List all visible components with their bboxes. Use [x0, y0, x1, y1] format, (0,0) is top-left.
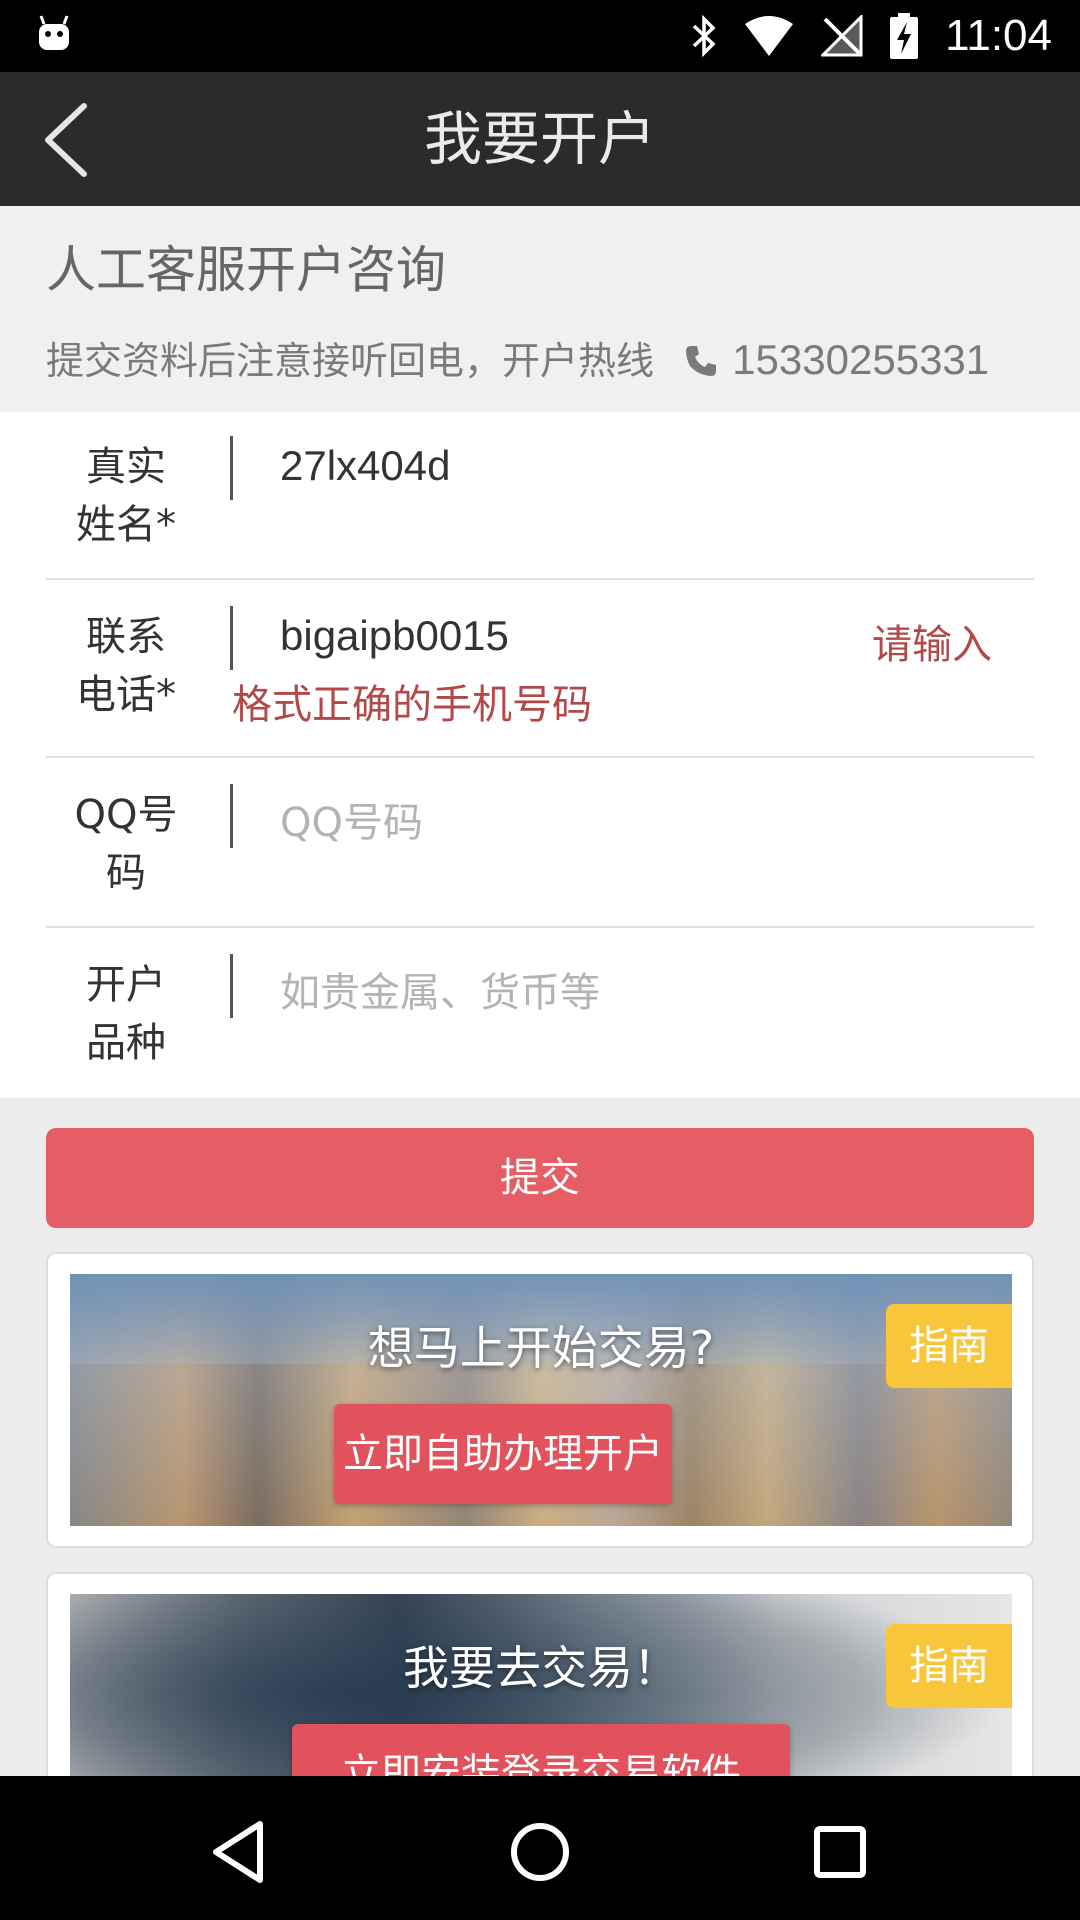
app-bar: 我要开户 [0, 72, 1080, 206]
row-separator [46, 926, 1034, 928]
qq-label-line2: 码 [106, 850, 146, 896]
phone-error-text-cont: 格式正确的手机号码 [232, 682, 592, 728]
name-label: 真实 姓名* [46, 438, 206, 554]
product-input[interactable]: 如贵金属、货币等 [280, 960, 600, 1018]
product-label-line1: 开户 [86, 962, 166, 1008]
phone-row: 联系 电话* bigaipb0015 请输入 格式正确的手机号码 [46, 602, 1034, 732]
consult-subtitle-text: 提交资料后注意接听回电，开户热线 [46, 339, 655, 383]
wifi-icon [745, 16, 794, 56]
product-row: 开户 品种 如贵金属、货币等 [46, 950, 1034, 1070]
trading-banner-image: 我要去交易！ 指南 立即安装登录交易软件 [70, 1594, 1012, 1794]
name-input[interactable]: 27lx404d [280, 442, 450, 490]
bluetooth-icon [692, 14, 716, 58]
status-bar: 11:04 [0, 0, 1080, 72]
nav-home-icon [511, 1823, 569, 1881]
self-open-account-button[interactable]: 立即自助办理开户 [334, 1404, 672, 1504]
phone-label-line2: 电话* [76, 672, 176, 718]
row-separator [46, 756, 1034, 758]
phone-input[interactable]: bigaipb0015 [280, 612, 509, 660]
screen: 11:04 我要开户 人工客服开户咨询 提交资料后注意接听回电，开户热线 153… [0, 0, 1080, 1920]
battery-charging-icon [890, 13, 919, 59]
row-separator [46, 578, 1034, 580]
phone-error-text: 请输入 [872, 622, 992, 668]
nav-recents-icon [814, 1826, 866, 1878]
product-divider [230, 954, 233, 1018]
qq-input[interactable]: QQ号码 [280, 790, 423, 848]
android-debug-icon [39, 15, 69, 50]
qq-divider [230, 784, 233, 848]
phone-label: 联系 电话* [46, 608, 206, 724]
qq-label: QQ号 码 [46, 786, 206, 902]
no-signal-icon [821, 15, 863, 57]
account-form: 真实 姓名* 27lx404d 联系 电话* bigaipb0015 请输入 格… [0, 412, 1080, 1098]
consult-title: 人工客服开户咨询 [46, 241, 446, 299]
trade-card: 我要去交易！ 指南 立即安装登录交易软件 [46, 1572, 1034, 1796]
name-label-line1: 真实 [86, 444, 166, 490]
open-account-card: 想马上开始交易? 指南 立即自助办理开户 [46, 1252, 1034, 1548]
name-row: 真实 姓名* 27lx404d [46, 432, 1034, 552]
submit-button[interactable]: 提交 [46, 1128, 1034, 1228]
name-label-line2: 姓名* [76, 502, 176, 548]
nav-back-button[interactable] [200, 1812, 280, 1892]
consult-subtitle: 提交资料后注意接听回电，开户热线 15330255331 [46, 330, 989, 385]
guide-badge[interactable]: 指南 [886, 1624, 1012, 1708]
qq-label-line1: QQ号 [74, 792, 178, 838]
consult-section: 人工客服开户咨询 提交资料后注意接听回电，开户热线 15330255331 [0, 206, 1080, 412]
product-label: 开户 品种 [46, 956, 206, 1072]
phone-icon [686, 346, 717, 376]
navigation-bar [0, 1776, 1080, 1920]
phone-label-line1: 联系 [86, 614, 166, 660]
guide-badge[interactable]: 指南 [886, 1304, 1012, 1388]
name-divider [230, 436, 233, 500]
product-label-line2: 品种 [86, 1020, 166, 1066]
status-time: 11:04 [945, 11, 1052, 60]
city-banner-image: 想马上开始交易? 指南 立即自助办理开户 [70, 1274, 1012, 1526]
nav-recents-button[interactable] [800, 1812, 880, 1892]
page-title: 我要开户 [423, 105, 656, 173]
nav-back-icon [213, 1821, 263, 1883]
qq-row: QQ号 码 QQ号码 [46, 780, 1034, 900]
banner-title: 我要去交易！ [403, 1641, 679, 1695]
banner-title: 想马上开始交易? [367, 1321, 715, 1375]
phone-divider [230, 606, 233, 670]
hotline-number[interactable]: 15330255331 [732, 336, 989, 383]
nav-home-button[interactable] [500, 1812, 580, 1892]
